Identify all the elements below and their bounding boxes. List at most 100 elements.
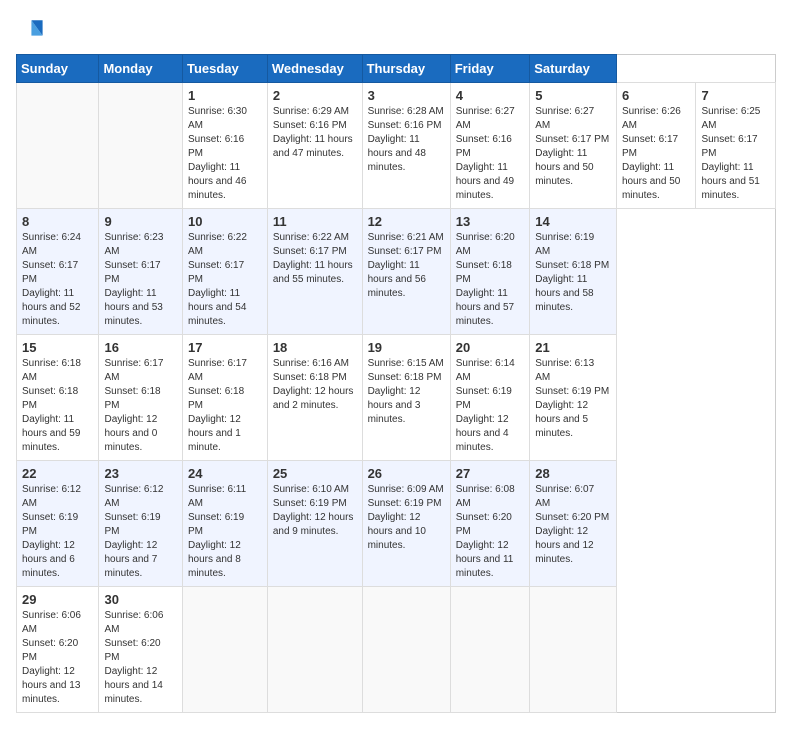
day-info: Sunrise: 6:11 AMSunset: 6:19 PMDaylight:…: [188, 483, 262, 581]
calendar-cell: 27 Sunrise: 6:08 AMSunset: 6:20 PMDayligh…: [450, 461, 530, 587]
day-number: 1: [188, 88, 262, 103]
day-info: Sunrise: 6:17 AMSunset: 6:18 PMDaylight:…: [188, 357, 262, 455]
calendar-cell: [183, 587, 268, 713]
calendar-cell: 17 Sunrise: 6:17 AMSunset: 6:18 PMDayligh…: [183, 335, 268, 461]
day-info: Sunrise: 6:30 AMSunset: 6:16 PMDaylight:…: [188, 105, 262, 203]
day-number: 13: [456, 214, 525, 229]
day-number: 22: [22, 466, 93, 481]
day-info: Sunrise: 6:09 AMSunset: 6:19 PMDaylight:…: [368, 483, 445, 553]
day-number: 28: [535, 466, 611, 481]
day-number: 17: [188, 340, 262, 355]
calendar-cell: 18 Sunrise: 6:16 AMSunset: 6:18 PMDayligh…: [267, 335, 362, 461]
calendar-cell: 29Sunrise: 6:06 AMSunset: 6:20 PMDayligh…: [17, 587, 99, 713]
calendar-cell: 7 Sunrise: 6:25 AMSunset: 6:17 PMDaylight…: [696, 83, 776, 209]
calendar-cell: 10Sunrise: 6:22 AMSunset: 6:17 PMDayligh…: [183, 209, 268, 335]
day-info: Sunrise: 6:06 AMSunset: 6:20 PMDaylight:…: [22, 609, 93, 707]
calendar-day-header: Thursday: [362, 55, 450, 83]
calendar-cell: 30 Sunrise: 6:06 AMSunset: 6:20 PMDayligh…: [99, 587, 183, 713]
logo: [16, 16, 48, 44]
calendar-cell: 28 Sunrise: 6:07 AMSunset: 6:20 PMDayligh…: [530, 461, 617, 587]
day-number: 25: [273, 466, 357, 481]
day-number: 26: [368, 466, 445, 481]
day-info: Sunrise: 6:12 AMSunset: 6:19 PMDaylight:…: [22, 483, 93, 581]
day-info: Sunrise: 6:07 AMSunset: 6:20 PMDaylight:…: [535, 483, 611, 567]
day-number: 8: [22, 214, 93, 229]
calendar-cell: [17, 83, 99, 209]
day-info: Sunrise: 6:10 AMSunset: 6:19 PMDaylight:…: [273, 483, 357, 539]
logo-icon: [16, 16, 44, 44]
day-number: 14: [535, 214, 611, 229]
calendar-week-row: 15 Sunrise: 6:18 AMSunset: 6:18 PMDayligh…: [17, 335, 776, 461]
calendar-cell: [362, 587, 450, 713]
calendar-cell: 23 Sunrise: 6:12 AMSunset: 6:19 PMDayligh…: [99, 461, 183, 587]
calendar-cell: 21Sunrise: 6:13 AMSunset: 6:19 PMDayligh…: [530, 335, 617, 461]
day-number: 20: [456, 340, 525, 355]
calendar-cell: 13Sunrise: 6:20 AMSunset: 6:18 PMDayligh…: [450, 209, 530, 335]
day-info: Sunrise: 6:27 AMSunset: 6:16 PMDaylight:…: [456, 105, 525, 203]
day-info: Sunrise: 6:28 AMSunset: 6:16 PMDaylight:…: [368, 105, 445, 175]
calendar-header-row: SundayMondayTuesdayWednesdayThursdayFrid…: [17, 55, 776, 83]
calendar-day-header: Monday: [99, 55, 183, 83]
day-info: Sunrise: 6:25 AMSunset: 6:17 PMDaylight:…: [701, 105, 770, 203]
day-info: Sunrise: 6:13 AMSunset: 6:19 PMDaylight:…: [535, 357, 611, 441]
calendar-day-header: Friday: [450, 55, 530, 83]
day-number: 24: [188, 466, 262, 481]
calendar-cell: 19 Sunrise: 6:15 AMSunset: 6:18 PMDayligh…: [362, 335, 450, 461]
day-number: 4: [456, 88, 525, 103]
calendar-table: SundayMondayTuesdayWednesdayThursdayFrid…: [16, 54, 776, 713]
calendar-cell: 15 Sunrise: 6:18 AMSunset: 6:18 PMDayligh…: [17, 335, 99, 461]
day-info: Sunrise: 6:15 AMSunset: 6:18 PMDaylight:…: [368, 357, 445, 427]
day-info: Sunrise: 6:29 AMSunset: 6:16 PMDaylight:…: [273, 105, 357, 161]
day-number: 27: [456, 466, 525, 481]
day-number: 2: [273, 88, 357, 103]
day-number: 15: [22, 340, 93, 355]
calendar-week-row: 8Sunrise: 6:24 AMSunset: 6:17 PMDaylight…: [17, 209, 776, 335]
calendar-cell: [99, 83, 183, 209]
calendar-week-row: 1 Sunrise: 6:30 AMSunset: 6:16 PMDaylight…: [17, 83, 776, 209]
day-number: 5: [535, 88, 611, 103]
calendar-cell: 1 Sunrise: 6:30 AMSunset: 6:16 PMDaylight…: [183, 83, 268, 209]
day-info: Sunrise: 6:23 AMSunset: 6:17 PMDaylight:…: [104, 231, 177, 329]
day-number: 3: [368, 88, 445, 103]
day-info: Sunrise: 6:08 AMSunset: 6:20 PMDaylight:…: [456, 483, 525, 581]
calendar-day-header: Tuesday: [183, 55, 268, 83]
day-number: 11: [273, 214, 357, 229]
calendar-cell: 12Sunrise: 6:21 AMSunset: 6:17 PMDayligh…: [362, 209, 450, 335]
day-number: 30: [104, 592, 177, 607]
day-info: Sunrise: 6:06 AMSunset: 6:20 PMDaylight:…: [104, 609, 177, 707]
day-info: Sunrise: 6:19 AMSunset: 6:18 PMDaylight:…: [535, 231, 611, 315]
calendar-cell: 14 Sunrise: 6:19 AMSunset: 6:18 PMDayligh…: [530, 209, 617, 335]
day-number: 19: [368, 340, 445, 355]
calendar-cell: [267, 587, 362, 713]
calendar-cell: 3 Sunrise: 6:28 AMSunset: 6:16 PMDaylight…: [362, 83, 450, 209]
day-info: Sunrise: 6:22 AMSunset: 6:17 PMDaylight:…: [273, 231, 357, 287]
day-info: Sunrise: 6:27 AMSunset: 6:17 PMDaylight:…: [535, 105, 611, 189]
calendar-week-row: 22 Sunrise: 6:12 AMSunset: 6:19 PMDayligh…: [17, 461, 776, 587]
calendar-cell: [450, 587, 530, 713]
day-number: 9: [104, 214, 177, 229]
day-info: Sunrise: 6:21 AMSunset: 6:17 PMDaylight:…: [368, 231, 445, 301]
day-info: Sunrise: 6:12 AMSunset: 6:19 PMDaylight:…: [104, 483, 177, 581]
day-number: 18: [273, 340, 357, 355]
calendar-day-header: Wednesday: [267, 55, 362, 83]
calendar-cell: 16Sunrise: 6:17 AMSunset: 6:18 PMDayligh…: [99, 335, 183, 461]
calendar-cell: 26 Sunrise: 6:09 AMSunset: 6:19 PMDayligh…: [362, 461, 450, 587]
day-info: Sunrise: 6:18 AMSunset: 6:18 PMDaylight:…: [22, 357, 93, 455]
calendar-cell: 2 Sunrise: 6:29 AMSunset: 6:16 PMDaylight…: [267, 83, 362, 209]
page-header: [16, 16, 776, 44]
calendar-cell: 5 Sunrise: 6:27 AMSunset: 6:17 PMDaylight…: [530, 83, 617, 209]
calendar-cell: 20 Sunrise: 6:14 AMSunset: 6:19 PMDayligh…: [450, 335, 530, 461]
day-info: Sunrise: 6:16 AMSunset: 6:18 PMDaylight:…: [273, 357, 357, 413]
calendar-cell: 11 Sunrise: 6:22 AMSunset: 6:17 PMDayligh…: [267, 209, 362, 335]
calendar-day-header: Saturday: [530, 55, 617, 83]
calendar-cell: 22 Sunrise: 6:12 AMSunset: 6:19 PMDayligh…: [17, 461, 99, 587]
day-number: 23: [104, 466, 177, 481]
day-number: 7: [701, 88, 770, 103]
calendar-cell: 4 Sunrise: 6:27 AMSunset: 6:16 PMDaylight…: [450, 83, 530, 209]
day-info: Sunrise: 6:22 AMSunset: 6:17 PMDaylight:…: [188, 231, 262, 329]
calendar-cell: 9 Sunrise: 6:23 AMSunset: 6:17 PMDaylight…: [99, 209, 183, 335]
calendar-cell: 25 Sunrise: 6:10 AMSunset: 6:19 PMDayligh…: [267, 461, 362, 587]
day-info: Sunrise: 6:17 AMSunset: 6:18 PMDaylight:…: [104, 357, 177, 455]
day-info: Sunrise: 6:26 AMSunset: 6:17 PMDaylight:…: [622, 105, 691, 203]
day-info: Sunrise: 6:14 AMSunset: 6:19 PMDaylight:…: [456, 357, 525, 455]
